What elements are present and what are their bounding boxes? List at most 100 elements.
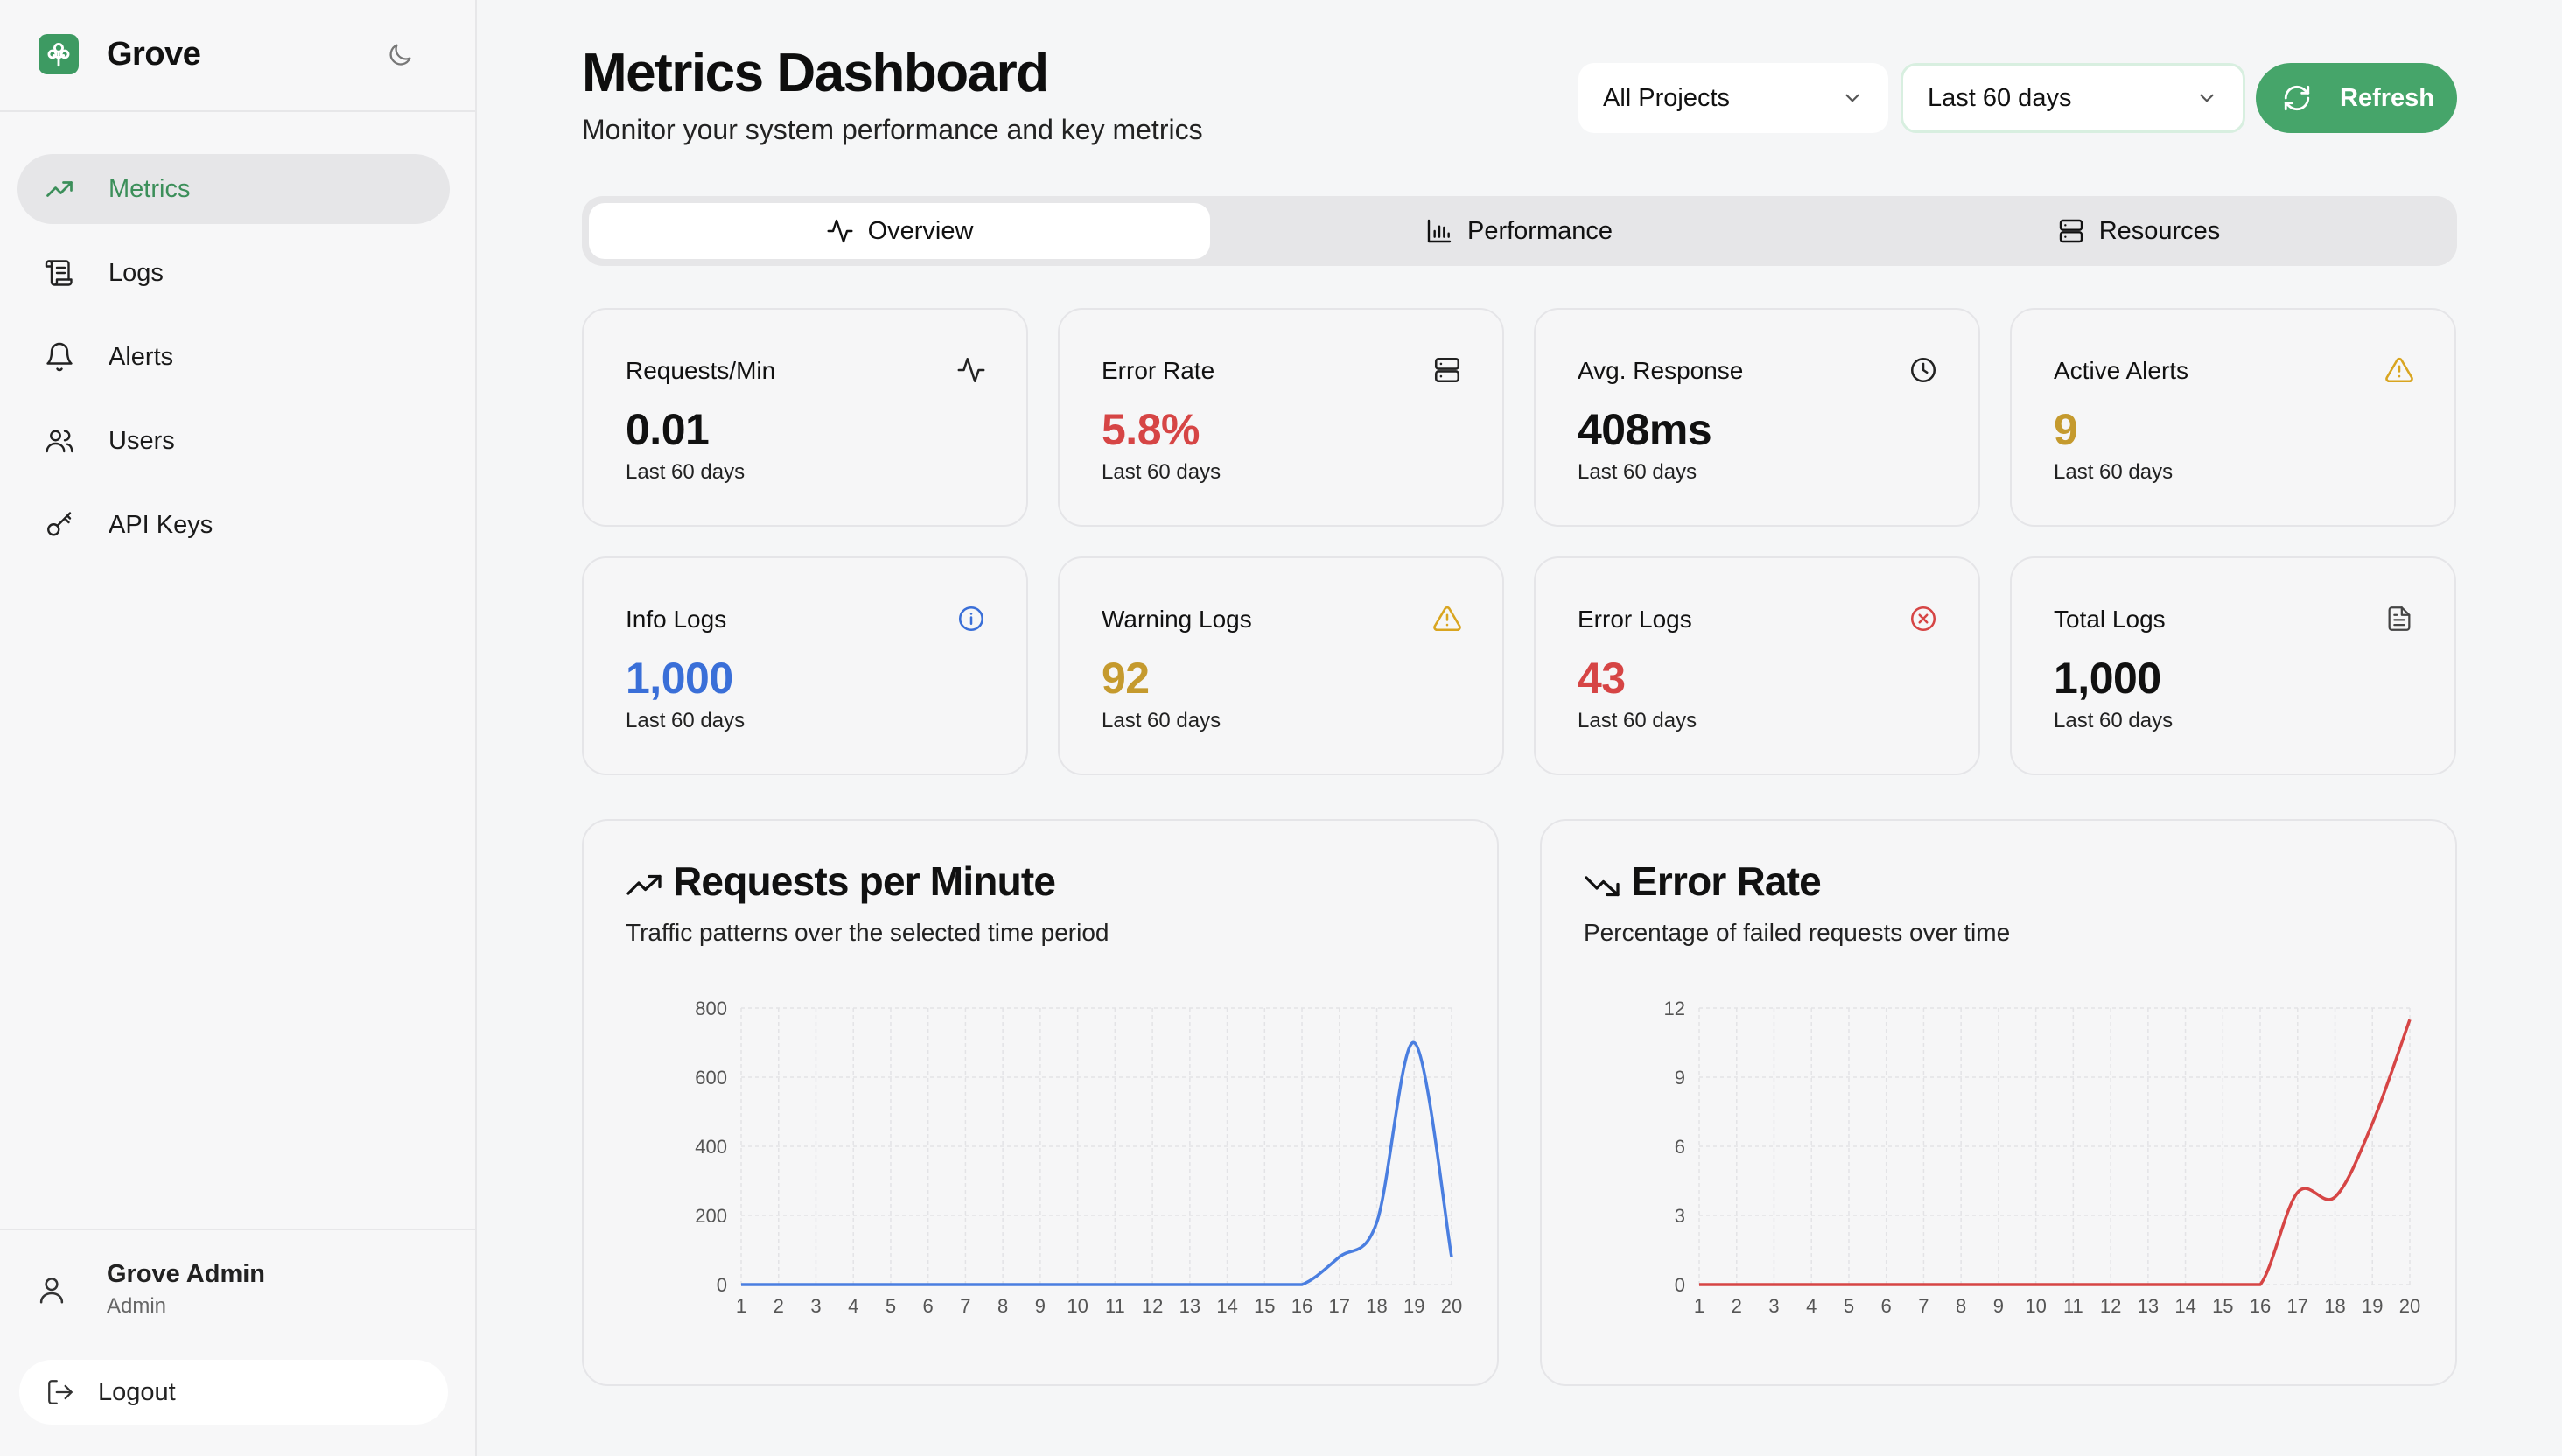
user-icon (39, 1277, 64, 1304)
page-title: Metrics Dashboard (582, 43, 1049, 103)
logout-button[interactable]: Logout (19, 1360, 448, 1424)
y-tick-label: 200 (695, 1205, 727, 1227)
sidebar-item-api-keys[interactable]: API Keys (18, 490, 450, 560)
bell-icon (46, 342, 73, 372)
project-select[interactable]: All Projects (1578, 63, 1888, 133)
stat-period: Last 60 days (2054, 460, 2174, 484)
x-tick-label: 2 (774, 1295, 784, 1317)
logout-label: Logout (98, 1377, 176, 1406)
x-tick-label: 18 (1366, 1295, 1387, 1317)
x-tick-label: 9 (1993, 1295, 2004, 1317)
y-tick-label: 3 (1675, 1205, 1685, 1227)
y-tick-label: 12 (1664, 998, 1685, 1019)
stat-value: 5.8% (1102, 405, 1200, 454)
x-tick-label: 17 (2287, 1295, 2308, 1317)
stat-label: Warning Logs (1102, 606, 1252, 633)
y-tick-label: 6 (1675, 1136, 1685, 1158)
file-icon (2388, 606, 2411, 631)
stat-label: Requests/Min (626, 357, 776, 384)
stat-label: Info Logs (626, 606, 727, 633)
x-tick-label: 17 (1329, 1295, 1350, 1317)
trending-up-icon (46, 181, 73, 197)
x-tick-label: 15 (2212, 1295, 2233, 1317)
stat-period: Last 60 days (626, 709, 746, 732)
range-select[interactable]: Last 60 days (1900, 63, 2245, 133)
sidebar: Grove Metrics Logs Alerts Users API Keys (0, 0, 477, 1456)
stat-card-requests: Requests/Min 0.01 Last 60 days (582, 308, 1028, 527)
stat-period: Last 60 days (2054, 709, 2174, 732)
sidebar-item-label: Alerts (108, 342, 174, 371)
x-tick-label: 16 (2250, 1295, 2271, 1317)
x-tick-label: 8 (1956, 1295, 1966, 1317)
x-tick-label: 12 (2100, 1295, 2121, 1317)
info-icon (958, 606, 984, 632)
chart-card-requests: Requests per Minute Traffic patterns ove… (582, 819, 1499, 1386)
stat-card-avg-response: Avg. Response 408ms Last 60 days (1534, 308, 1980, 527)
logout-icon (48, 1380, 73, 1404)
chart-card-error-rate: Error Rate Percentage of failed requests… (1540, 819, 2457, 1386)
user-profile[interactable]: Grove Admin Admin (35, 1260, 265, 1319)
y-tick-label: 9 (1675, 1067, 1685, 1088)
x-tick-label: 14 (1216, 1295, 1237, 1317)
x-circle-icon (1910, 606, 1936, 632)
stat-card-warning-logs: Warning Logs 92 Last 60 days (1058, 556, 1504, 775)
tab-label: Resources (2098, 216, 2221, 245)
sidebar-item-metrics[interactable]: Metrics (18, 154, 450, 224)
stat-card-error-rate: Error Rate 5.8% Last 60 days (1058, 308, 1504, 527)
scroll-icon (45, 260, 73, 286)
x-tick-label: 6 (1881, 1295, 1892, 1317)
stat-period: Last 60 days (626, 460, 746, 484)
activity-icon (827, 219, 853, 243)
clock-icon (1910, 357, 1936, 383)
users-icon (46, 430, 74, 453)
sidebar-nav: Metrics Logs Alerts Users API Keys (18, 154, 450, 574)
stat-period: Last 60 days (1102, 460, 1222, 484)
sidebar-item-alerts[interactable]: Alerts (18, 322, 450, 392)
refresh-icon (2284, 85, 2310, 111)
y-tick-label: 0 (1675, 1274, 1685, 1296)
range-select-value: Last 60 days (1928, 83, 2072, 112)
x-tick-label: 13 (2138, 1295, 2159, 1317)
user-name: Grove Admin (107, 1260, 266, 1288)
sidebar-divider (0, 110, 475, 112)
stat-value: 92 (1102, 654, 1150, 703)
x-tick-label: 15 (1254, 1295, 1275, 1317)
moon-icon[interactable] (385, 40, 415, 70)
stat-value: 0.01 (626, 405, 710, 454)
sidebar-item-label: Logs (108, 258, 164, 287)
x-tick-label: 11 (1105, 1295, 1125, 1317)
y-tick-label: 600 (695, 1067, 727, 1088)
key-icon (47, 512, 72, 536)
refresh-button[interactable]: Refresh (2256, 63, 2457, 133)
stat-card-total-logs: Total Logs 1,000 Last 60 days (2010, 556, 2456, 775)
y-tick-label: 0 (717, 1274, 727, 1296)
x-tick-label: 19 (1404, 1295, 1424, 1317)
stat-card-active-alerts: Active Alerts 9 Last 60 days (2010, 308, 2456, 527)
tab-performance[interactable]: Performance (1208, 203, 1830, 259)
sidebar-item-users[interactable]: Users (18, 406, 450, 476)
sidebar-item-logs[interactable]: Logs (18, 238, 450, 308)
x-tick-label: 10 (2025, 1295, 2046, 1317)
x-tick-label: 18 (2324, 1295, 2345, 1317)
stat-value: 1,000 (2054, 654, 2161, 703)
tab-overview[interactable]: Overview (589, 203, 1210, 259)
server-icon (1434, 357, 1460, 383)
chevron-down-icon (2200, 94, 2214, 102)
brand[interactable]: Grove (38, 33, 201, 75)
x-tick-label: 14 (2174, 1295, 2195, 1317)
stat-label: Total Logs (2054, 606, 2166, 633)
x-tick-label: 1 (1694, 1295, 1704, 1317)
tree-logo-icon (38, 34, 79, 74)
x-tick-label: 7 (1918, 1295, 1928, 1317)
sidebar-divider (0, 1228, 475, 1230)
stat-period: Last 60 days (1578, 709, 1698, 732)
x-tick-label: 1 (736, 1295, 746, 1317)
user-role: Admin (107, 1294, 167, 1318)
x-tick-label: 7 (960, 1295, 970, 1317)
bar-chart-icon (1427, 219, 1452, 243)
sidebar-item-label: API Keys (108, 510, 214, 539)
warning-icon (2385, 357, 2413, 383)
x-tick-label: 4 (848, 1295, 858, 1317)
server-icon (2059, 219, 2082, 243)
tab-resources[interactable]: Resources (1828, 203, 2449, 259)
